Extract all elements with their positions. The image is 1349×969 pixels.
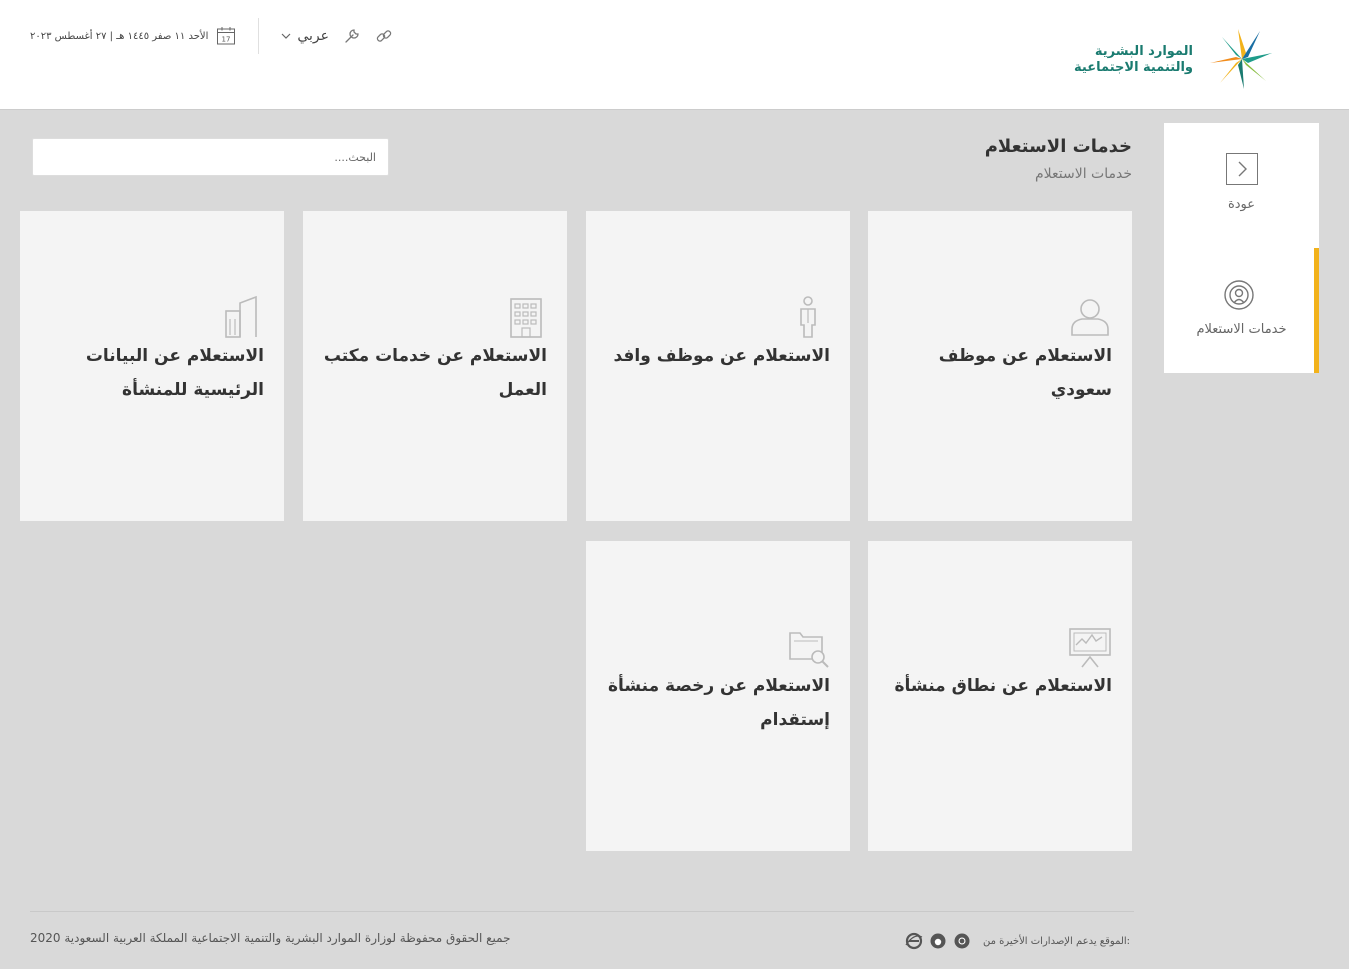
chrome-icon[interactable] <box>953 932 971 950</box>
date-display: الأحد ١١ صفر ١٤٤٥ هـ | ٢٧ أغسطس ٢٠٢٣ 17 <box>30 26 236 46</box>
page-title: خدمات الاستعلام <box>984 136 1132 157</box>
language-label: عربي <box>297 28 330 44</box>
link-icon[interactable] <box>375 27 393 45</box>
card-labor-office-services[interactable]: الاستعلام عن خدمات مكتب العمل <box>303 211 567 521</box>
footer-divider <box>30 911 1134 912</box>
sidebar-item-inquiry-services[interactable]: خدمات الاستعلام <box>1164 248 1319 373</box>
building-icon <box>510 298 542 338</box>
card-recruitment-license[interactable]: الاستعلام عن رخصة منشأة إستقدام <box>586 541 850 851</box>
sidebar-services-label: خدمات الاستعلام <box>1196 322 1287 337</box>
supported-browsers: الموقع يدعم الإصدارات الأخيرة من: <box>905 932 1130 950</box>
browsers-label: الموقع يدعم الإصدارات الأخيرة من: <box>983 935 1131 947</box>
chevron-down-icon <box>281 33 291 39</box>
sidebar: عودة خدمات الاستعلام <box>1164 123 1319 373</box>
search-input[interactable] <box>32 138 389 176</box>
chevron-right-icon <box>1238 161 1247 177</box>
calendar-icon: 17 <box>217 27 236 45</box>
card-title: الاستعلام عن موظف وافد <box>613 346 830 366</box>
sidebar-back-label: عودة <box>1227 197 1256 212</box>
card-expat-employee[interactable]: الاستعلام عن موظف وافد <box>586 211 850 521</box>
ministry-name-line2: والتنمية الاجتماعية <box>1074 60 1193 75</box>
sidebar-item-back[interactable]: عودة <box>1164 123 1319 248</box>
top-header: الموارد البشرية والتنمية الاجتماعية الأح… <box>0 0 1349 110</box>
broadcast-icon <box>1224 280 1254 310</box>
header-divider <box>258 18 260 54</box>
firefox-icon[interactable] <box>929 932 947 950</box>
card-saudi-employee[interactable]: الاستعلام عن موظف سعودي <box>868 211 1132 521</box>
ministry-name: الموارد البشرية والتنمية الاجتماعية <box>1074 44 1193 76</box>
copyright-text: جميع الحقوق محفوظة لوزارة الموارد البشري… <box>30 931 511 945</box>
wrench-icon[interactable] <box>343 27 361 45</box>
ministry-name-line1: الموارد البشرية <box>1094 44 1193 59</box>
back-arrow-box <box>1226 153 1258 185</box>
card-establishment-main-data[interactable]: الاستعلام عن البيانات الرئيسية للمنشأة <box>20 211 284 521</box>
date-text: الأحد ١١ صفر ١٤٤٥ هـ | ٢٧ أغسطس ٢٠٢٣ <box>30 30 209 42</box>
card-title: الاستعلام عن البيانات الرئيسية للمنشأة <box>85 346 264 400</box>
card-establishment-range[interactable]: الاستعلام عن نطاق منشأة <box>868 541 1132 851</box>
card-title: الاستعلام عن خدمات مكتب العمل <box>323 346 547 400</box>
language-selector[interactable]: عربي <box>281 28 329 44</box>
header-tools: الأحد ١١ صفر ١٤٤٥ هـ | ٢٧ أغسطس ٢٠٢٣ 17 … <box>30 18 393 54</box>
person-icon <box>1071 299 1109 336</box>
breadcrumb: خدمات الاستعلام <box>1034 166 1132 182</box>
internet-explorer-icon[interactable] <box>905 932 923 950</box>
standing-person-icon <box>800 296 816 338</box>
card-title: الاستعلام عن رخصة منشأة إستقدام <box>607 676 830 730</box>
card-title: الاستعلام عن نطاق منشأة <box>894 676 1112 696</box>
office-towers-icon <box>225 295 257 338</box>
presentation-chart-icon <box>1069 628 1111 668</box>
folder-search-icon <box>789 632 829 668</box>
calendar-day: 17 <box>222 36 231 44</box>
card-title: الاستعلام عن موظف سعودي <box>938 346 1112 400</box>
